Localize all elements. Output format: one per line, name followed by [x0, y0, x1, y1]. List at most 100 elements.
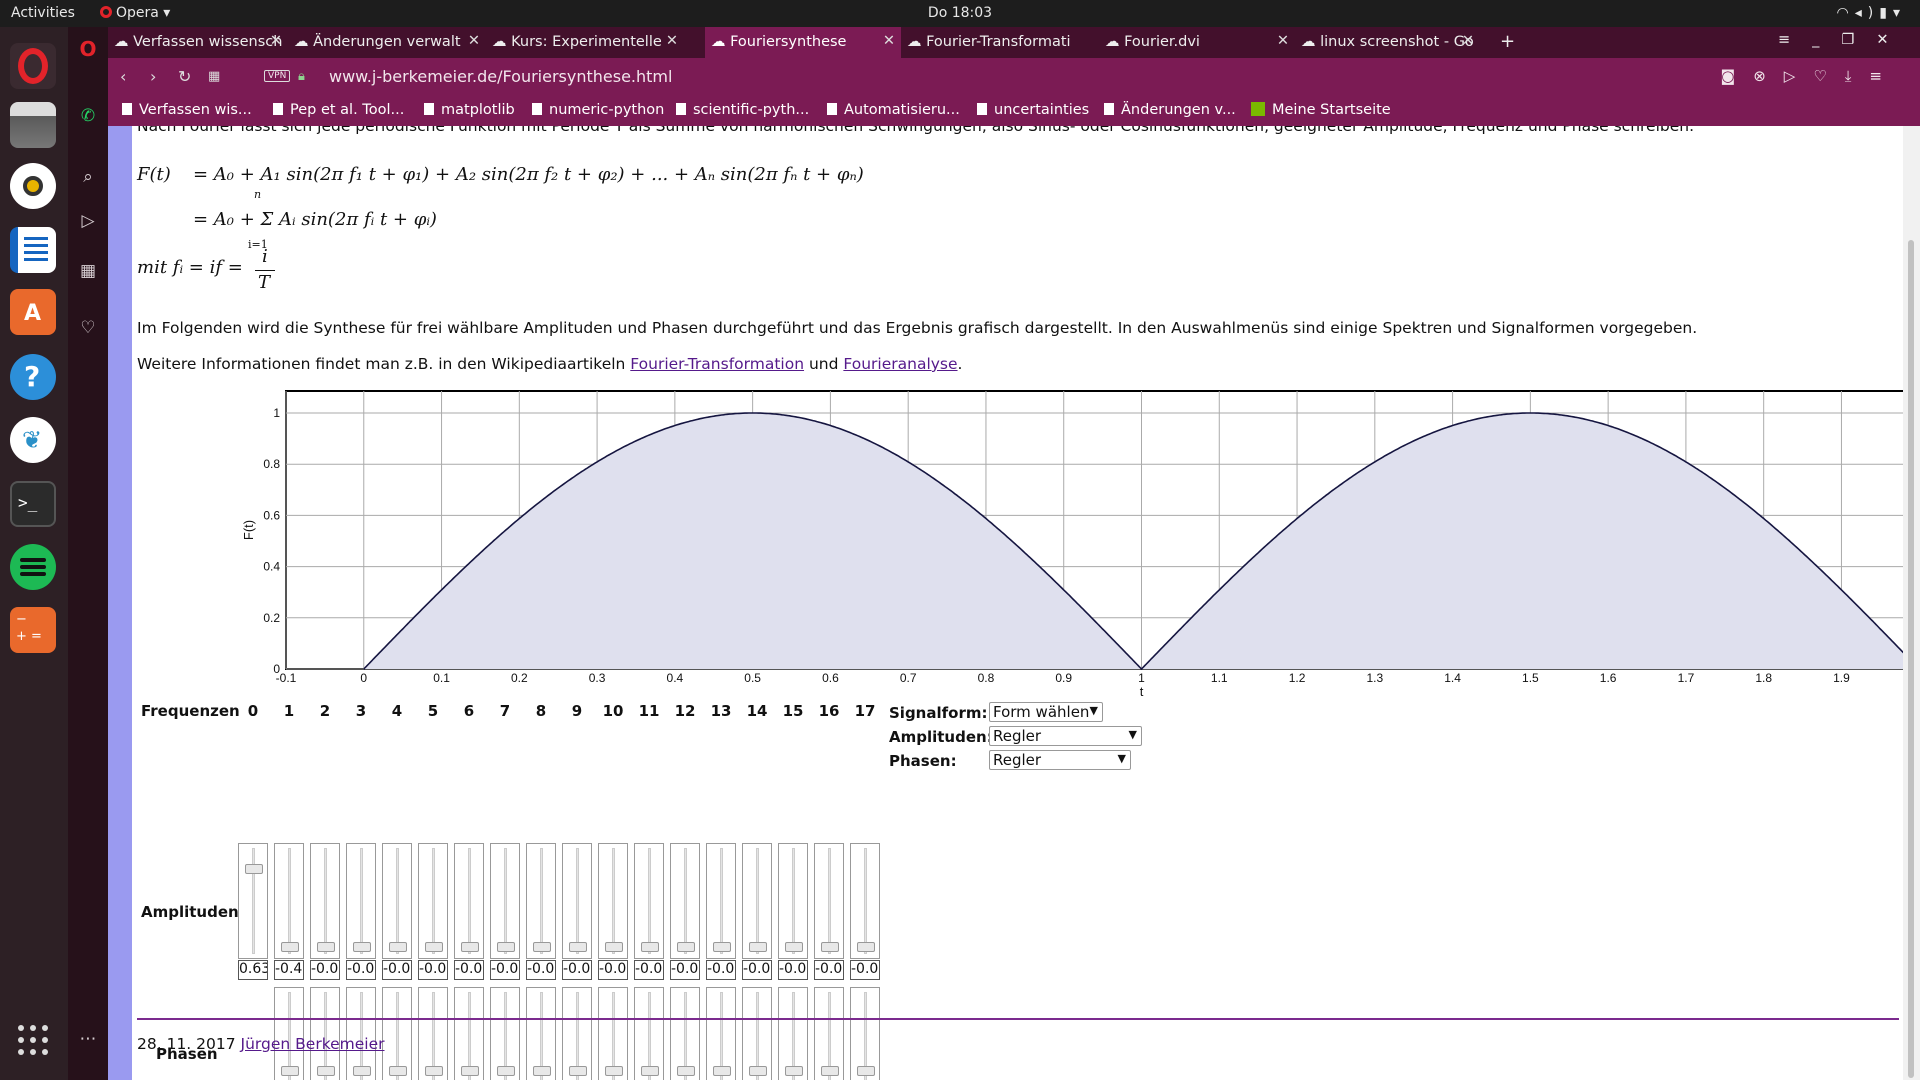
amplitude-slider[interactable] [526, 843, 556, 959]
search-icon[interactable]: ⌕ [75, 167, 101, 189]
close-icon[interactable]: ✕ [883, 33, 895, 49]
restore-icon[interactable]: ❐ [1841, 32, 1876, 48]
heart-icon[interactable]: ♡ [75, 318, 101, 340]
phasen-select[interactable]: Regler ▼ [989, 750, 1131, 770]
amplitude-value[interactable]: -0.00 [850, 960, 880, 980]
files-icon[interactable] [10, 102, 56, 148]
amplitude-value[interactable]: -0.42 [274, 960, 304, 980]
tab-kurs[interactable]: ☁ Kurs: Experimentelle ✕ [486, 27, 684, 58]
signalform-select[interactable]: Form wählen ▼ [989, 702, 1103, 722]
amplitude-slider[interactable] [670, 843, 700, 959]
phase-slider[interactable] [418, 987, 448, 1080]
close-icon[interactable]: ✕ [1462, 33, 1474, 49]
amplitude-slider[interactable] [742, 843, 772, 959]
slider-knob[interactable] [857, 1066, 875, 1076]
bookmark-item[interactable]: Verfassen wis... [122, 102, 252, 118]
amplitude-slider[interactable] [778, 843, 808, 959]
phase-slider[interactable] [526, 987, 556, 1080]
tab-verfassen[interactable]: ☁ Verfassen wissensch ✕ [108, 27, 288, 58]
phase-slider[interactable] [562, 987, 592, 1080]
tab-menu-icon[interactable]: ≡ [1778, 32, 1812, 48]
more-icon[interactable]: ⋯ [75, 1029, 101, 1051]
forward-icon[interactable]: › [150, 67, 156, 86]
phase-slider[interactable] [670, 987, 700, 1080]
slider-knob[interactable] [497, 1066, 515, 1076]
rhythmbox-icon[interactable] [10, 163, 56, 209]
close-icon[interactable]: ✕ [468, 33, 480, 49]
amplitude-slider[interactable] [382, 843, 412, 959]
show-apps-icon[interactable] [10, 1017, 56, 1063]
software-center-icon[interactable]: A [10, 289, 56, 335]
adblock-icon[interactable]: ⊗ [1753, 67, 1784, 85]
amplitude-value[interactable]: -0.00 [634, 960, 664, 980]
page-scrollbar[interactable] [1903, 126, 1920, 1080]
slider-knob[interactable] [245, 864, 263, 874]
close-icon[interactable]: ✕ [1277, 33, 1289, 49]
amplitude-slider[interactable] [850, 843, 880, 959]
slider-knob[interactable] [497, 942, 515, 952]
slider-knob[interactable] [605, 1066, 623, 1076]
speed-dial-icon[interactable]: ▦ [75, 261, 101, 283]
opera-logo-icon[interactable]: O [75, 37, 101, 61]
amplitude-slider[interactable] [634, 843, 664, 959]
amplitude-value[interactable]: -0.00 [778, 960, 808, 980]
tab-fourier-dvi[interactable]: ☁ Fourier.dvi ✕ [1099, 27, 1295, 58]
slider-knob[interactable] [641, 942, 659, 952]
amplitude-slider[interactable] [238, 843, 268, 959]
slider-knob[interactable] [569, 942, 587, 952]
close-icon[interactable]: ✕ [666, 33, 678, 49]
slider-knob[interactable] [857, 942, 875, 952]
back-icon[interactable]: ‹ [120, 67, 126, 86]
amplitude-value[interactable]: -0.00 [526, 960, 556, 980]
bookmark-item[interactable]: matplotlib [424, 102, 515, 118]
amplitude-slider[interactable] [562, 843, 592, 959]
slider-knob[interactable] [317, 942, 335, 952]
send-icon[interactable]: ▷ [1784, 67, 1814, 85]
heart-icon[interactable]: ♡ [1813, 67, 1844, 85]
url-field[interactable]: www.j-berkemeier.de/Fouriersynthese.html [329, 67, 672, 86]
amplitude-value[interactable]: -0.00 [670, 960, 700, 980]
slider-knob[interactable] [641, 1066, 659, 1076]
slider-knob[interactable] [785, 942, 803, 952]
phase-slider[interactable] [634, 987, 664, 1080]
slider-knob[interactable] [821, 942, 839, 952]
amplitude-slider[interactable] [814, 843, 844, 959]
tab-fourier-transformation[interactable]: ☁ Fourier-Transformati [901, 27, 1099, 58]
amplitude-value[interactable]: -0.00 [742, 960, 772, 980]
phase-slider[interactable] [454, 987, 484, 1080]
amplitude-value[interactable]: -0.02 [382, 960, 412, 980]
amplitude-slider[interactable] [706, 843, 736, 959]
slider-knob[interactable] [677, 942, 695, 952]
slider-knob[interactable] [533, 942, 551, 952]
slider-knob[interactable] [677, 1066, 695, 1076]
author-link[interactable]: Jürgen Berkemeier [241, 1035, 385, 1053]
vpn-badge[interactable]: VPN [264, 70, 291, 82]
download-icon[interactable]: ⤓ [1845, 67, 1870, 85]
tab-aenderungen[interactable]: ☁ Änderungen verwalt ✕ [288, 27, 486, 58]
amplitude-slider[interactable] [274, 843, 304, 959]
slider-knob[interactable] [785, 1066, 803, 1076]
slider-knob[interactable] [353, 1066, 371, 1076]
slider-knob[interactable] [713, 942, 731, 952]
bookmark-item[interactable]: Meine Startseite [1251, 102, 1391, 118]
calculator-icon[interactable]: − + = [10, 607, 56, 653]
phase-slider[interactable] [382, 987, 412, 1080]
send-icon[interactable]: ▷ [75, 211, 101, 233]
amplitude-value[interactable]: 0.63 [238, 960, 268, 980]
slider-knob[interactable] [533, 1066, 551, 1076]
slider-knob[interactable] [461, 942, 479, 952]
scrollbar-thumb[interactable] [1908, 240, 1914, 1078]
phase-slider[interactable] [346, 987, 376, 1080]
amplitude-slider[interactable] [418, 843, 448, 959]
amplitude-value[interactable]: -0.08 [310, 960, 340, 980]
slider-knob[interactable] [389, 1066, 407, 1076]
amplitude-slider[interactable] [598, 843, 628, 959]
opera-icon[interactable] [10, 43, 56, 89]
amplituden-select[interactable]: Regler ▼ [989, 726, 1142, 746]
whatsapp-icon[interactable]: ✆ [75, 106, 101, 128]
new-tab-button[interactable]: + [1494, 27, 1524, 58]
slider-knob[interactable] [281, 1066, 299, 1076]
link-fourier-transformation[interactable]: Fourier-Transformation [630, 355, 804, 373]
amplitude-value[interactable]: -0.00 [706, 960, 736, 980]
bookmark-item[interactable]: Automatisieru... [827, 102, 960, 118]
